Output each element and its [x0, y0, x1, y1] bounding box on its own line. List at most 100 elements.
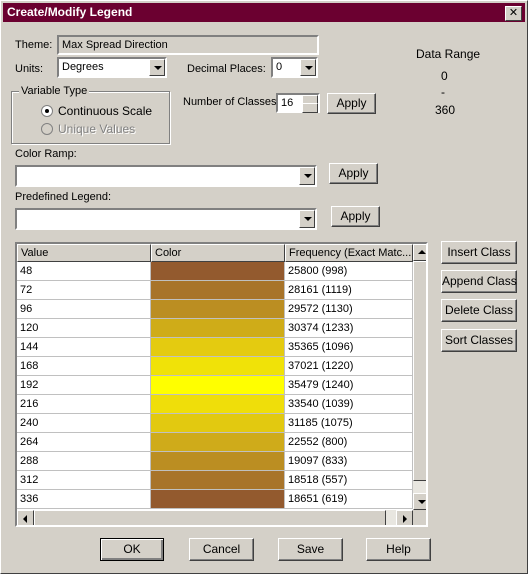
scrollbar-corner — [413, 510, 426, 525]
help-button[interactable]: Help — [366, 538, 431, 561]
unique-values-radio[interactable] — [41, 123, 53, 135]
color-swatch-cell[interactable] — [151, 338, 285, 357]
frequency-cell: 29572 (1130) — [285, 300, 413, 319]
table-row[interactable]: 96 29572 (1130) — [17, 300, 413, 319]
scroll-up-icon[interactable] — [413, 244, 426, 261]
units-value: Degrees — [62, 61, 104, 73]
frequency-cell: 25800 (998) — [285, 262, 413, 281]
column-header-color[interactable]: Color — [151, 244, 285, 262]
table-row[interactable]: 336 18651 (619) — [17, 490, 413, 509]
delete-class-button[interactable]: Delete Class — [441, 299, 517, 322]
scroll-right-icon[interactable] — [396, 510, 413, 525]
unique-values-label[interactable]: Unique Values — [58, 122, 135, 136]
scroll-down-icon[interactable] — [413, 493, 426, 510]
theme-value: Max Spread Direction — [62, 39, 168, 51]
frequency-cell: 35365 (1096) — [285, 338, 413, 357]
frequency-cell: 18518 (557) — [285, 471, 413, 490]
color-swatch-cell[interactable] — [151, 319, 285, 338]
column-header-frequency[interactable]: Frequency (Exact Matc... — [285, 244, 413, 262]
color-swatch-cell[interactable] — [151, 281, 285, 300]
legend-table: Value Color Frequency (Exact Matc... 48 2… — [15, 242, 428, 527]
frequency-cell: 18651 (619) — [285, 490, 413, 509]
frequency-cell: 30374 (1233) — [285, 319, 413, 338]
table-row[interactable]: 120 30374 (1233) — [17, 319, 413, 338]
horizontal-scrollbar[interactable] — [17, 510, 413, 525]
continuous-scale-radio[interactable] — [41, 105, 53, 117]
table-row[interactable]: 144 35365 (1096) — [17, 338, 413, 357]
value-cell[interactable]: 72 — [17, 281, 151, 300]
table-row[interactable]: 312 18518 (557) — [17, 471, 413, 490]
chevron-down-icon[interactable] — [300, 59, 316, 76]
table-row[interactable]: 240 31185 (1075) — [17, 414, 413, 433]
value-cell[interactable]: 264 — [17, 433, 151, 452]
color-swatch-cell[interactable] — [151, 414, 285, 433]
color-swatch-cell[interactable] — [151, 452, 285, 471]
units-select[interactable]: Degrees — [57, 57, 167, 78]
table-row[interactable]: 288 19097 (833) — [17, 452, 413, 471]
color-swatch-cell[interactable] — [151, 471, 285, 490]
color-swatch-cell[interactable] — [151, 433, 285, 452]
legend-dialog: Create/Modify Legend ✕ Theme: Max Spread… — [0, 0, 528, 574]
frequency-cell: 31185 (1075) — [285, 414, 413, 433]
apply-color-ramp-label: Apply — [338, 166, 369, 180]
scroll-left-icon[interactable] — [17, 510, 34, 525]
column-header-value[interactable]: Value — [17, 244, 151, 262]
close-icon[interactable]: ✕ — [505, 6, 522, 21]
value-cell[interactable]: 168 — [17, 357, 151, 376]
predefined-legend-select[interactable] — [15, 208, 317, 230]
chevron-down-icon[interactable] — [299, 167, 315, 185]
vertical-scroll-thumb[interactable] — [413, 261, 426, 481]
value-cell[interactable]: 144 — [17, 338, 151, 357]
color-swatch-cell[interactable] — [151, 490, 285, 509]
value-cell[interactable]: 336 — [17, 490, 151, 509]
table-row[interactable]: 192 35479 (1240) — [17, 376, 413, 395]
color-swatch-cell[interactable] — [151, 376, 285, 395]
color-swatch-cell[interactable] — [151, 395, 285, 414]
table-row[interactable]: 216 33540 (1039) — [17, 395, 413, 414]
apply-num-classes-button[interactable]: Apply — [327, 93, 376, 114]
value-cell[interactable]: 48 — [17, 262, 151, 281]
cancel-button[interactable]: Cancel — [189, 538, 254, 561]
value-cell[interactable]: 120 — [17, 319, 151, 338]
value-cell[interactable]: 240 — [17, 414, 151, 433]
sort-classes-button[interactable]: Sort Classes — [441, 329, 517, 352]
color-swatch-cell[interactable] — [151, 262, 285, 281]
spinner-down-icon[interactable] — [302, 103, 318, 113]
vertical-scrollbar[interactable] — [413, 244, 426, 510]
table-row[interactable]: 72 28161 (1119) — [17, 281, 413, 300]
apply-predefined-button[interactable]: Apply — [331, 206, 380, 227]
table-row[interactable]: 264 22552 (800) — [17, 433, 413, 452]
append-class-button[interactable]: Append Class — [441, 270, 517, 293]
save-button[interactable]: Save — [278, 538, 343, 561]
continuous-scale-label[interactable]: Continuous Scale — [58, 104, 152, 118]
chevron-down-icon[interactable] — [299, 210, 315, 228]
chevron-down-icon[interactable] — [149, 59, 165, 76]
value-cell[interactable]: 216 — [17, 395, 151, 414]
num-classes-spinner[interactable]: 16 — [276, 93, 320, 113]
help-label: Help — [386, 542, 411, 556]
decimal-value: 0 — [276, 61, 283, 73]
color-ramp-select[interactable] — [15, 165, 317, 187]
value-cell[interactable]: 288 — [17, 452, 151, 471]
ok-button[interactable]: OK — [100, 538, 164, 561]
insert-class-button[interactable]: Insert Class — [441, 241, 517, 264]
value-cell[interactable]: 96 — [17, 300, 151, 319]
horizontal-scroll-thumb[interactable] — [34, 510, 386, 525]
color-swatch-cell[interactable] — [151, 357, 285, 376]
frequency-cell: 37021 (1220) — [285, 357, 413, 376]
data-range-min: 0 — [441, 69, 448, 83]
value-cell[interactable]: 192 — [17, 376, 151, 395]
value-cell[interactable]: 312 — [17, 471, 151, 490]
frequency-cell: 28161 (1119) — [285, 281, 413, 300]
color-swatch-cell[interactable] — [151, 300, 285, 319]
data-range-separator: - — [441, 85, 445, 99]
num-classes-value: 16 — [281, 97, 294, 109]
cancel-label: Cancel — [202, 542, 241, 556]
apply-color-ramp-button[interactable]: Apply — [329, 163, 378, 184]
variable-type-label: Variable Type — [19, 85, 90, 97]
frequency-cell: 19097 (833) — [285, 452, 413, 471]
decimal-select[interactable]: 0 — [271, 57, 318, 78]
table-row[interactable]: 48 25800 (998) — [17, 262, 413, 281]
table-row[interactable]: 168 37021 (1220) — [17, 357, 413, 376]
num-classes-label: Number of Classes: — [183, 96, 280, 108]
